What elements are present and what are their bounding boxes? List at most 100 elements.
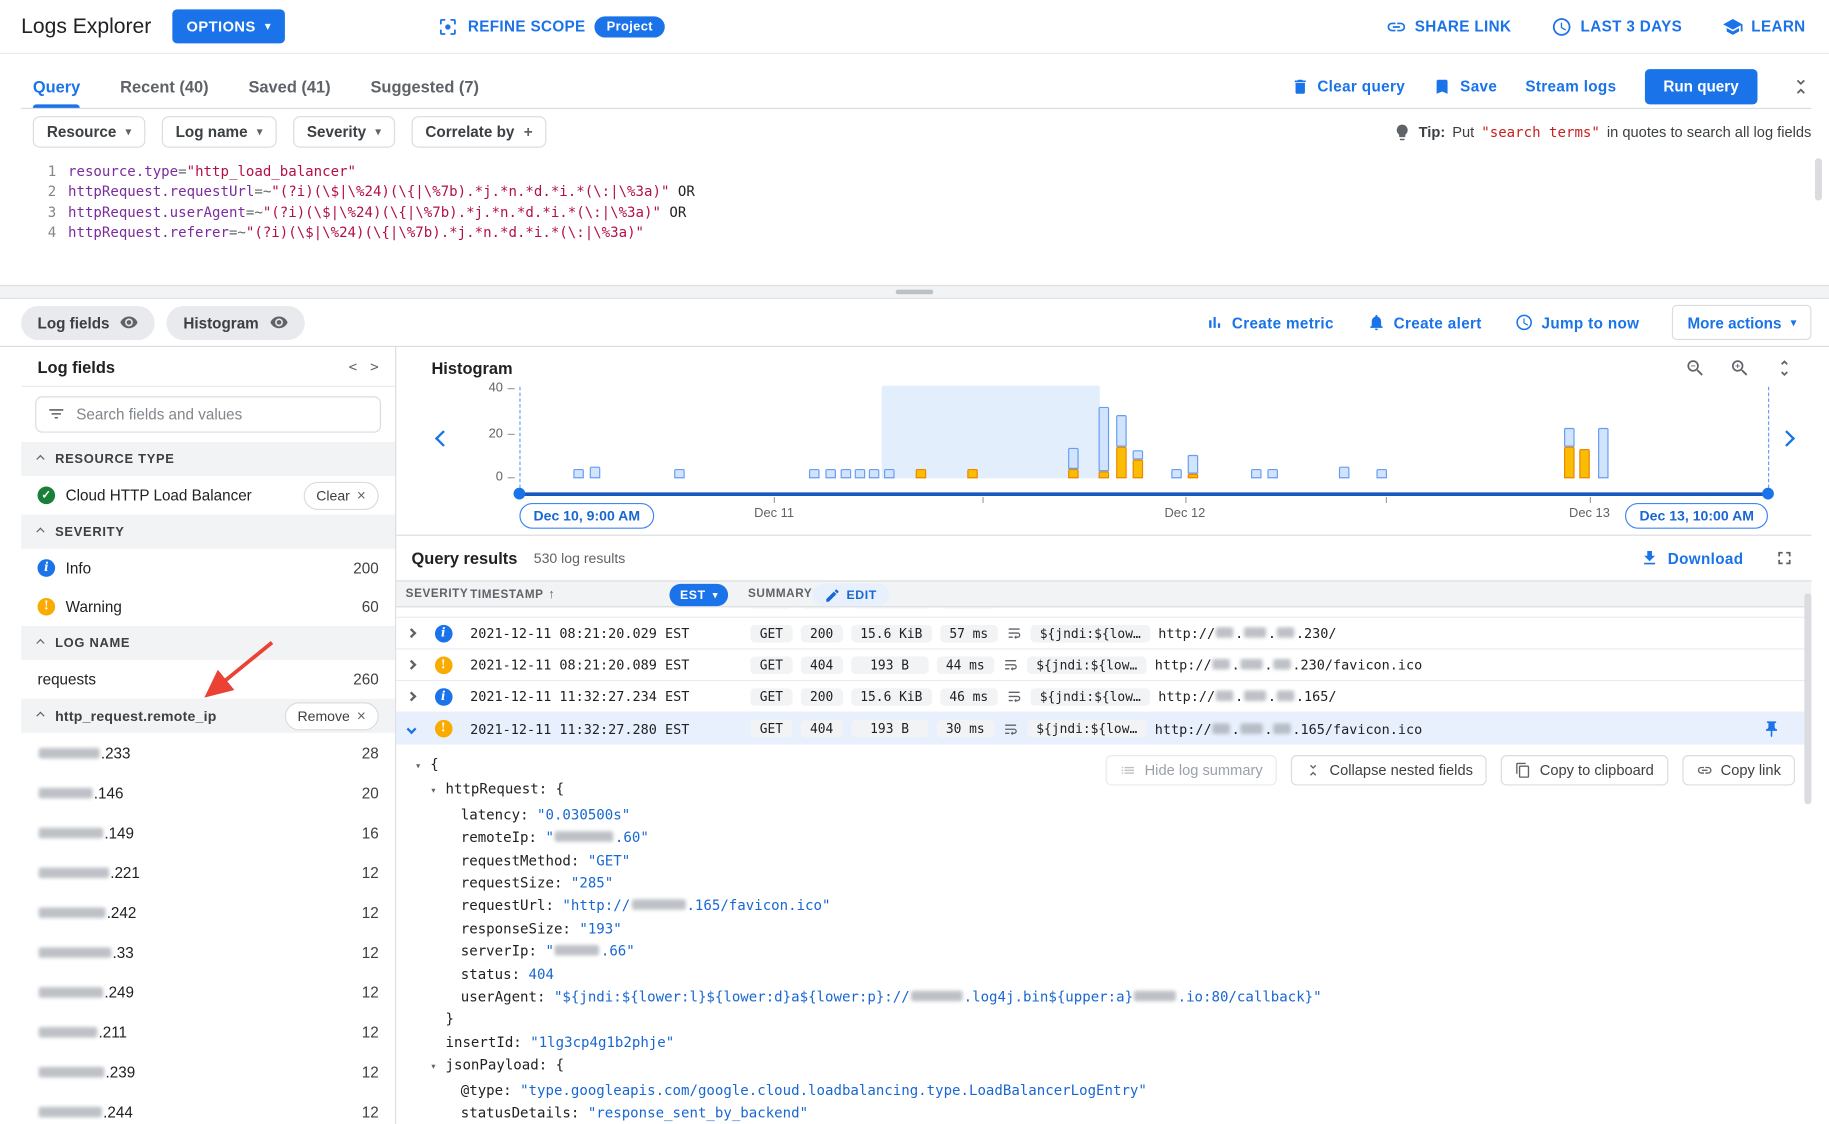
- edit-summary-button[interactable]: EDIT: [812, 584, 888, 606]
- histogram-bar[interactable]: [825, 469, 836, 478]
- histogram-bar[interactable]: [841, 469, 852, 478]
- timezone-chip[interactable]: EST▾: [669, 584, 728, 606]
- collapse-query-section-icon[interactable]: [1790, 76, 1811, 97]
- histogram-bar[interactable]: [1339, 467, 1350, 479]
- remote-ip-row[interactable]: .211 12: [21, 1012, 395, 1052]
- histogram-bar[interactable]: [1133, 450, 1144, 478]
- histogram-bar[interactable]: [674, 469, 685, 478]
- collapse-row-icon[interactable]: [396, 725, 426, 732]
- clear-query-button[interactable]: Clear query: [1290, 77, 1405, 96]
- wrap-text-icon[interactable]: [1006, 607, 1022, 608]
- share-link-button[interactable]: SHARE LINK: [1385, 16, 1511, 37]
- range-end-chip[interactable]: Dec 13, 10:00 AM: [1625, 503, 1768, 529]
- log-field-row-requests[interactable]: requests260: [21, 660, 395, 699]
- histogram-bar[interactable]: [1068, 448, 1079, 478]
- collapse-panel-icon[interactable]: < >: [349, 358, 381, 374]
- log-field-row-warning[interactable]: !Warning60: [21, 587, 395, 626]
- scroll-right-icon[interactable]: [1781, 429, 1793, 450]
- remote-ip-row[interactable]: .146 20: [21, 773, 395, 813]
- create-alert-button[interactable]: Create alert: [1367, 313, 1482, 332]
- histogram-bar[interactable]: [1376, 469, 1387, 478]
- range-start-chip[interactable]: Dec 10, 9:00 AM: [519, 503, 654, 529]
- histogram-bar[interactable]: [855, 469, 866, 478]
- histogram-bar[interactable]: [809, 469, 820, 478]
- collapse-node-icon[interactable]: ▾: [415, 756, 430, 779]
- remote-ip-row[interactable]: .221 12: [21, 852, 395, 892]
- time-range-track[interactable]: [519, 492, 1768, 496]
- filter-chip-correlate-by[interactable]: Correlate by+: [411, 116, 546, 148]
- tab-saved-41[interactable]: Saved (41): [248, 64, 330, 107]
- collapse-node-icon[interactable]: ▾: [430, 1057, 445, 1080]
- log-row[interactable]: i 2021-12-11 11:32:27.234 EST GET 200 15…: [396, 681, 1811, 713]
- timestamp-column-header[interactable]: TIMESTAMP↑: [470, 587, 555, 601]
- histogram-bar[interactable]: [1564, 428, 1575, 478]
- pin-icon[interactable]: [1762, 719, 1781, 738]
- histogram-bar[interactable]: [1598, 428, 1609, 478]
- histogram-bar[interactable]: [1267, 469, 1278, 478]
- tab-recent-40[interactable]: Recent (40): [120, 64, 208, 107]
- copy-link-button[interactable]: Copy link: [1682, 755, 1795, 785]
- histogram-bar[interactable]: [884, 469, 895, 478]
- options-button[interactable]: OPTIONS ▾: [172, 9, 285, 43]
- remote-ip-row[interactable]: .149 16: [21, 812, 395, 852]
- histogram-bar[interactable]: [869, 469, 880, 478]
- log-row-partial[interactable]: GET 200 15.6 KiB 57 ms: [396, 607, 1811, 618]
- wrap-text-icon[interactable]: [1002, 720, 1018, 736]
- histogram-bar[interactable]: [1251, 469, 1262, 478]
- download-button[interactable]: Download: [1641, 549, 1744, 568]
- stream-logs-button[interactable]: Stream logs: [1525, 77, 1616, 95]
- wrap-text-icon[interactable]: [1006, 688, 1022, 704]
- range-handle[interactable]: [1762, 488, 1774, 500]
- histogram-bar[interactable]: [573, 469, 584, 478]
- remote-ip-row[interactable]: .233 28: [21, 733, 395, 773]
- editor-resize-handle[interactable]: [0, 285, 1829, 299]
- log-fields-section-severity[interactable]: SEVERITY: [21, 515, 395, 549]
- collapse-nested-fields-button[interactable]: Collapse nested fields: [1291, 755, 1487, 785]
- log-fields-toggle-chip[interactable]: Log fields: [21, 305, 155, 339]
- query-editor[interactable]: 1234 resource.type="http_load_balancer"h…: [21, 154, 1811, 285]
- search-fields-input[interactable]: [35, 396, 381, 432]
- remote-ip-row[interactable]: .242 12: [21, 892, 395, 932]
- learn-button[interactable]: LEARN: [1722, 16, 1806, 37]
- log-field-row-info[interactable]: iInfo200: [21, 549, 395, 588]
- expand-row-icon[interactable]: [396, 693, 426, 700]
- log-fields-section-http-request-remote-ip[interactable]: http_request.remote_ip Remove×: [21, 699, 395, 733]
- remote-ip-row[interactable]: .249 12: [21, 972, 395, 1012]
- run-query-button[interactable]: Run query: [1645, 69, 1758, 104]
- histogram-bar[interactable]: [1116, 415, 1127, 478]
- wrap-text-icon[interactable]: [1006, 625, 1022, 641]
- log-field-value-row[interactable]: ✓Cloud HTTP Load Balancer Clear×: [21, 476, 395, 515]
- filter-chip-log-name[interactable]: Log name▾: [162, 116, 277, 148]
- histogram-bar[interactable]: [1579, 449, 1590, 478]
- log-row[interactable]: i 2021-12-11 08:21:20.029 EST GET 200 15…: [396, 618, 1811, 650]
- expand-row-icon[interactable]: [396, 630, 426, 637]
- tab-suggested-7[interactable]: Suggested (7): [370, 64, 479, 107]
- filter-chip-resource[interactable]: Resource▾: [33, 116, 145, 148]
- jump-to-now-button[interactable]: Jump to now: [1515, 313, 1640, 332]
- histogram-bar[interactable]: [1188, 455, 1199, 478]
- expand-row-icon[interactable]: [396, 661, 426, 668]
- histogram-toggle-chip[interactable]: Histogram: [167, 305, 305, 339]
- range-handle[interactable]: [514, 488, 526, 500]
- fullscreen-icon[interactable]: [1774, 548, 1795, 569]
- project-badge[interactable]: Project: [595, 16, 665, 37]
- editor-scrollbar[interactable]: [1815, 158, 1822, 200]
- more-actions-button[interactable]: More actions▾: [1672, 305, 1811, 340]
- save-button[interactable]: Save: [1433, 77, 1497, 96]
- histogram-bar[interactable]: [1099, 407, 1110, 479]
- remote-ip-row[interactable]: .239 12: [21, 1052, 395, 1092]
- log-row[interactable]: ! 2021-12-11 08:21:20.089 EST GET 404 19…: [396, 650, 1811, 682]
- create-metric-button[interactable]: Create metric: [1205, 313, 1334, 332]
- collapse-node-icon[interactable]: ▾: [430, 781, 445, 804]
- refine-scope-link[interactable]: REFINE SCOPE: [468, 18, 586, 36]
- tab-query[interactable]: Query: [33, 64, 80, 107]
- remove-field-button[interactable]: Remove×: [285, 702, 379, 730]
- filter-chip-severity[interactable]: Severity▾: [293, 116, 395, 148]
- copy-to-clipboard-button[interactable]: Copy to clipboard: [1501, 755, 1668, 785]
- histogram-chart[interactable]: 40200: [416, 347, 1811, 535]
- wrap-text-icon[interactable]: [1002, 657, 1018, 673]
- clear-field-button[interactable]: Clear×: [303, 481, 378, 509]
- histogram-bar[interactable]: [967, 469, 978, 478]
- log-fields-section-resource-type[interactable]: RESOURCE TYPE: [21, 442, 395, 476]
- time-range-button[interactable]: LAST 3 DAYS: [1551, 16, 1682, 37]
